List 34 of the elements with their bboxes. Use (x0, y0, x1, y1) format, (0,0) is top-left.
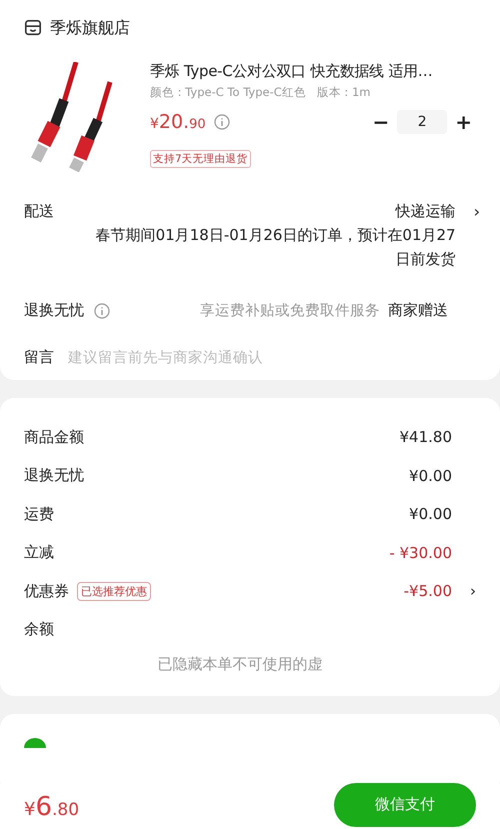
summary-label: 优惠券 (24, 582, 69, 601)
chevron[interactable]: › (458, 582, 476, 600)
option-label: 配送 (24, 202, 54, 221)
summary-label: 商品金额 (24, 428, 84, 447)
hidden-note: 已隐藏本单不可使用的虚 (156, 655, 324, 674)
delivery-method[interactable]: 快递运输 (396, 202, 456, 221)
message-field[interactable]: 建议留言前先与商家沟通确认 (68, 350, 368, 366)
minus-button[interactable]: − (364, 110, 398, 134)
chevron[interactable]: › (474, 202, 480, 221)
summary-value[interactable]: -¥5.00 (404, 582, 452, 600)
option-label: 退换无忧 (24, 301, 84, 320)
info-icon[interactable] (94, 302, 110, 318)
product-title[interactable]: 季烁 Type-C公对公双口 快充数据线 适用… (150, 62, 480, 81)
coupon-tag: 已选推荐优惠 (77, 582, 151, 601)
info-icon[interactable] (214, 114, 230, 130)
option-label: 留言 (24, 348, 54, 367)
service-value: 商家赠送 (388, 301, 448, 320)
price: ¥20.90 (150, 111, 206, 133)
summary-label: 立减 (24, 543, 54, 562)
store-name[interactable]: 季烁旗舰店 (50, 18, 130, 38)
plus-button[interactable]: + (447, 110, 480, 134)
summary-value: ¥0.00 (409, 466, 452, 485)
summary-value: - ¥30.00 (389, 544, 452, 562)
summary-label: 退换无忧 (24, 466, 84, 486)
return-badge: 支持7天无理由退货 (150, 150, 251, 168)
delivery-note: 春节期间01月18日-01月26日的订单，预计在01月27日前发货 (96, 225, 456, 270)
service-hint: 享运费补贴或免费取件服务 (200, 302, 380, 320)
quantity-field[interactable]: 2 (397, 110, 448, 134)
total-price: ¥6.80 (24, 792, 80, 822)
summary-value: ¥41.80 (400, 428, 452, 446)
summary-label: 运费 (24, 504, 54, 524)
store-icon (24, 19, 42, 37)
summary-value: ¥0.00 (409, 505, 452, 524)
summary-label: 余额 (24, 620, 54, 640)
